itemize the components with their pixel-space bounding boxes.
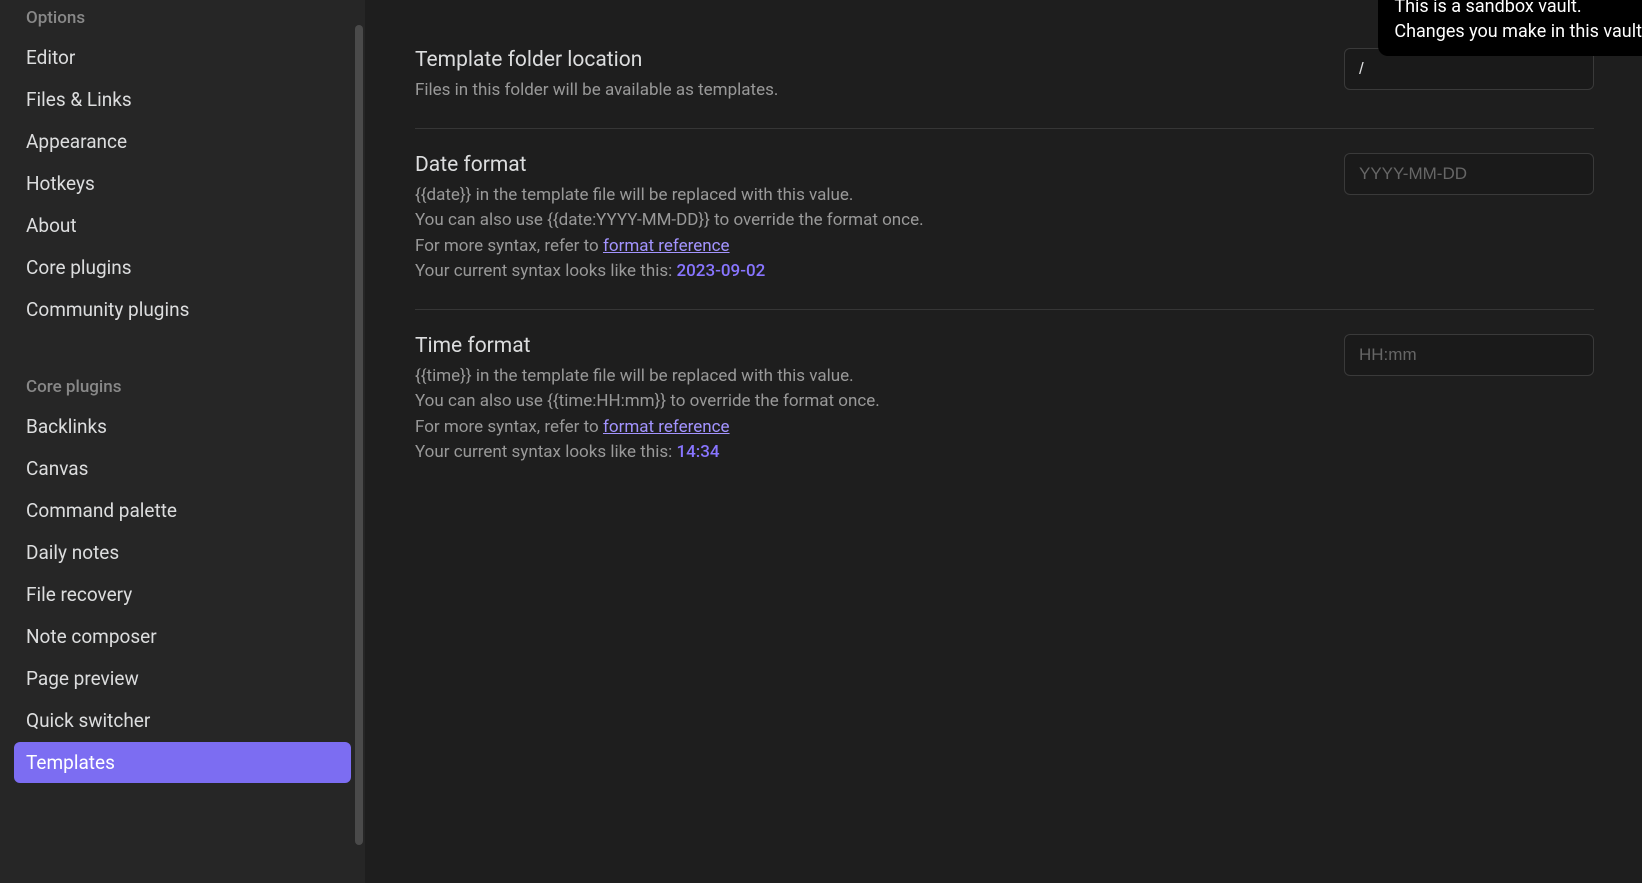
sidebar-item-canvas[interactable]: Canvas [14,448,351,489]
sandbox-notice: This is a sandbox vault. Changes you mak… [1378,0,1642,56]
sandbox-notice-line1: This is a sandbox vault. [1394,0,1642,19]
sidebar-scrollbar[interactable] [355,25,363,845]
desc-line: You can also use {{time:HH:mm}} to overr… [415,389,1304,415]
setting-info: Time format {{time}} in the template fil… [415,334,1344,466]
desc-line: {{date}} in the template file will be re… [415,183,1304,209]
time-syntax-preview: 14:34 [676,442,719,462]
setting-description: Files in this folder will be available a… [415,78,1304,104]
setting-name: Date format [415,153,1304,177]
setting-date-format: Date format {{date}} in the template fil… [415,153,1594,310]
sidebar-item-backlinks[interactable]: Backlinks [14,406,351,447]
sidebar-item-core-plugins[interactable]: Core plugins [14,247,351,288]
sidebar-item-daily-notes[interactable]: Daily notes [14,532,351,573]
setting-info: Template folder location Files in this f… [415,48,1344,104]
sidebar-item-page-preview[interactable]: Page preview [14,658,351,699]
settings-sidebar: Options Editor Files & Links Appearance … [0,0,365,883]
sidebar-item-appearance[interactable]: Appearance [14,121,351,162]
sidebar-item-file-recovery[interactable]: File recovery [14,574,351,615]
sidebar-item-note-composer[interactable]: Note composer [14,616,351,657]
desc-line: You can also use {{date:YYYY-MM-DD}} to … [415,208,1304,234]
setting-description: {{time}} in the template file will be re… [415,364,1304,466]
sandbox-notice-line2: Changes you make in this vault [1394,19,1642,44]
sidebar-item-hotkeys[interactable]: Hotkeys [14,163,351,204]
setting-description: {{date}} in the template file will be re… [415,183,1304,285]
setting-name: Time format [415,334,1304,358]
format-reference-link[interactable]: format reference [603,417,730,437]
section-header-options: Options [14,0,351,36]
sidebar-item-about[interactable]: About [14,205,351,246]
sidebar-item-community-plugins[interactable]: Community plugins [14,289,351,330]
date-syntax-preview: 2023-09-02 [676,261,765,281]
sidebar-item-command-palette[interactable]: Command palette [14,490,351,531]
setting-control [1344,334,1594,376]
sidebar-item-files-links[interactable]: Files & Links [14,79,351,120]
desc-line: For more syntax, refer to format referen… [415,234,1304,260]
setting-template-folder: Template folder location Files in this f… [415,48,1594,129]
setting-name: Template folder location [415,48,1304,72]
desc-line: Your current syntax looks like this: 202… [415,259,1304,285]
desc-line: For more syntax, refer to format referen… [415,415,1304,441]
setting-time-format: Time format {{time}} in the template fil… [415,334,1594,490]
sidebar-item-editor[interactable]: Editor [14,37,351,78]
sidebar-item-templates[interactable]: Templates [14,742,351,783]
date-format-input[interactable] [1344,153,1594,195]
sidebar-item-quick-switcher[interactable]: Quick switcher [14,700,351,741]
desc-line: Your current syntax looks like this: 14:… [415,440,1304,466]
time-format-input[interactable] [1344,334,1594,376]
settings-content: This is a sandbox vault. Changes you mak… [365,0,1642,883]
desc-line: {{time}} in the template file will be re… [415,364,1304,390]
setting-info: Date format {{date}} in the template fil… [415,153,1344,285]
format-reference-link[interactable]: format reference [603,236,730,256]
section-header-core-plugins: Core plugins [14,369,351,405]
setting-control [1344,153,1594,195]
